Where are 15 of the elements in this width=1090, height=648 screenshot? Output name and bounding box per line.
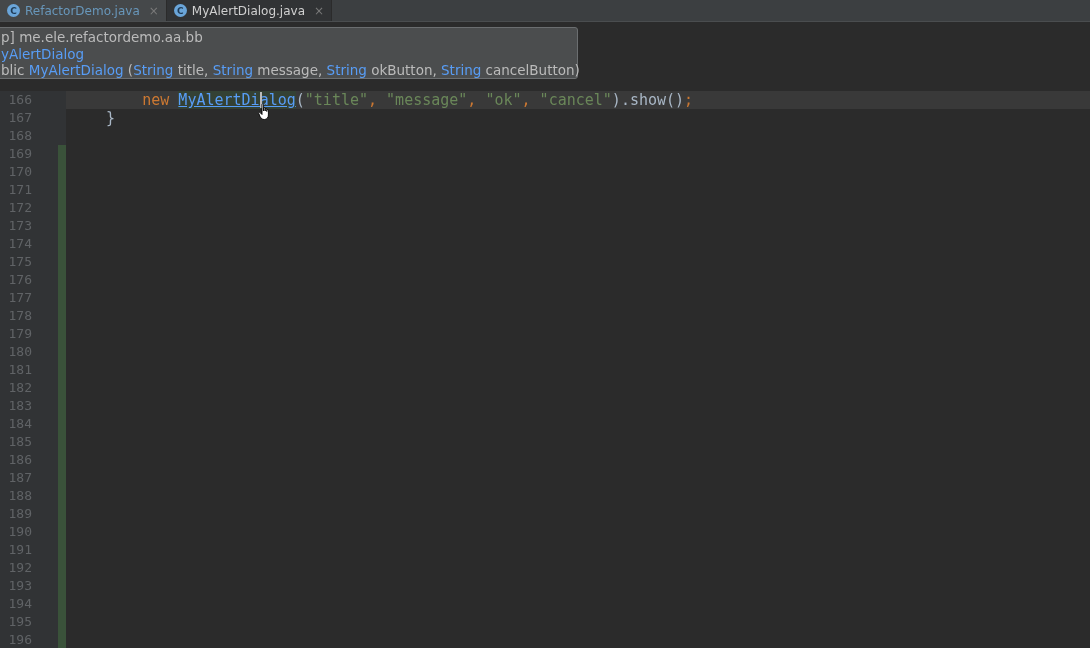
- close-icon[interactable]: ×: [148, 3, 159, 18]
- class-icon: C: [173, 4, 187, 17]
- package-text: p] me.ele.refactordemo.aa.bb: [1, 29, 204, 46]
- close-icon[interactable]: ×: [314, 3, 325, 18]
- signature-text: blic MyAlertDialog (String title, String message, String okButton, String cancelButton): [1, 62, 577, 79]
- type-link[interactable]: String: [133, 62, 174, 78]
- code-line: }: [106, 109, 116, 127]
- type-link[interactable]: MyAlertDialog: [28, 62, 124, 78]
- class-name-text: yAlertDialog: [1, 45, 86, 62]
- file-tab[interactable]: C RefactorDemo.java ×: [0, 0, 167, 21]
- type-link[interactable]: String: [441, 62, 482, 78]
- class-icon: C: [7, 4, 20, 17]
- type-link[interactable]: String: [212, 62, 253, 78]
- type-link[interactable]: String: [326, 62, 367, 78]
- file-tab[interactable]: C MyAlertDialog.java ×: [166, 0, 333, 21]
